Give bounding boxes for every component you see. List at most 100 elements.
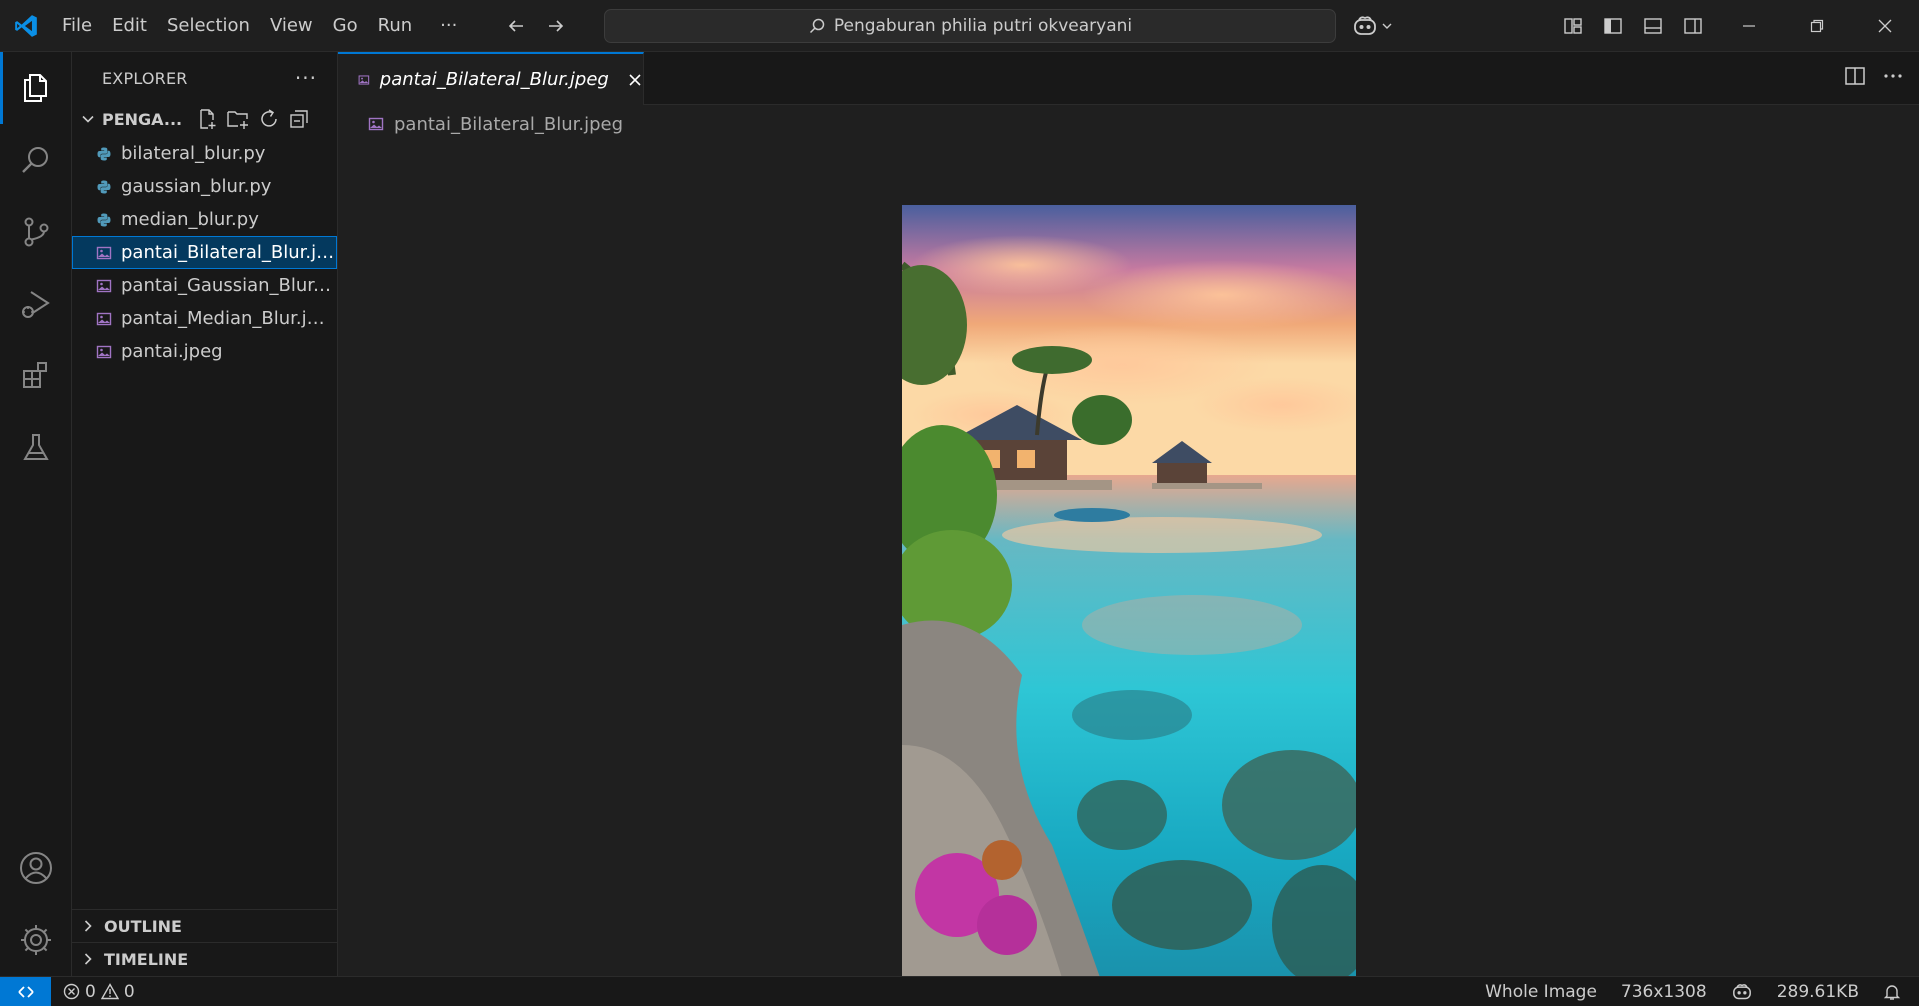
- go-forward-button[interactable]: [539, 9, 573, 43]
- activity-run-debug[interactable]: [0, 268, 72, 340]
- toggle-primary-sidebar-button[interactable]: [1596, 9, 1630, 43]
- editor-area: pantai_Bilateral_Blur.jpeg pantai_Bilate…: [338, 52, 1919, 1006]
- menu-go[interactable]: Go: [323, 9, 368, 43]
- toggle-secondary-sidebar-button[interactable]: [1676, 9, 1710, 43]
- error-icon: [63, 983, 80, 1000]
- refresh-icon[interactable]: [258, 108, 280, 130]
- activity-manage[interactable]: [0, 904, 72, 976]
- python-file-icon: [95, 211, 113, 229]
- breadcrumb[interactable]: pantai_Bilateral_Blur.jpeg: [338, 105, 1919, 143]
- tab-label: pantai_Bilateral_Blur.jpeg: [379, 69, 609, 90]
- copilot-icon: [1354, 16, 1376, 35]
- menu-selection[interactable]: Selection: [157, 9, 260, 43]
- tab-close-button[interactable]: [627, 69, 643, 91]
- zoom-label: Whole Image: [1485, 982, 1597, 1002]
- image-file-icon: [95, 310, 113, 328]
- activity-explorer[interactable]: [0, 52, 72, 124]
- restore-button[interactable]: [1783, 0, 1851, 52]
- breadcrumb-file: pantai_Bilateral_Blur.jpeg: [394, 113, 624, 135]
- zoom-status[interactable]: Whole Image: [1473, 982, 1609, 1002]
- file-item-gaussian-blur-py[interactable]: gaussian_blur.py: [72, 170, 337, 203]
- file-item-pantai-median-blur-jpeg[interactable]: pantai_Median_Blur.jpeg: [72, 302, 337, 335]
- restore-icon: [1810, 19, 1824, 33]
- file-item-median-blur-py[interactable]: median_blur.py: [72, 203, 337, 236]
- folder-actions: [196, 108, 310, 130]
- activity-testing[interactable]: [0, 412, 72, 484]
- collapse-all-icon[interactable]: [288, 108, 310, 130]
- folder-name: PENGA...: [102, 109, 183, 129]
- run-debug-icon: [22, 291, 50, 318]
- command-center-search[interactable]: Pengaburan philia putri okvearyani: [604, 9, 1336, 43]
- file-name: gaussian_blur.py: [121, 176, 272, 197]
- dimensions-label: 736x1308: [1620, 982, 1707, 1002]
- workspace-folder[interactable]: PENGA...: [72, 104, 337, 134]
- go-back-button[interactable]: [499, 9, 533, 43]
- more-actions-icon[interactable]: [1881, 64, 1905, 88]
- explorer-more-button[interactable]: ···: [295, 66, 317, 90]
- menu-more[interactable]: ···: [430, 9, 467, 43]
- activity-extensions[interactable]: [0, 340, 72, 412]
- window-controls: [1715, 0, 1919, 52]
- image-file-icon: [95, 277, 113, 295]
- close-window-button[interactable]: [1851, 0, 1919, 52]
- copilot-icon: [1732, 984, 1751, 1000]
- menu-edit[interactable]: Edit: [102, 9, 157, 43]
- sidebar-left-icon: [1604, 18, 1622, 34]
- file-item-bilateral-blur-py[interactable]: bilateral_blur.py: [72, 137, 337, 170]
- menu-file[interactable]: File: [52, 9, 102, 43]
- explorer-header: EXPLORER ···: [72, 52, 337, 104]
- close-icon: [629, 73, 641, 86]
- files-icon: [24, 74, 47, 102]
- status-right-items: Whole Image 736x1308 289.61KB: [1473, 977, 1919, 1006]
- menu-run[interactable]: Run: [368, 9, 423, 43]
- image-preview-area: [338, 143, 1919, 1006]
- menu-bar: File Edit Selection View Go Run ···: [52, 0, 467, 52]
- timeline-section[interactable]: TIMELINE: [72, 942, 338, 975]
- copilot-button[interactable]: [1352, 10, 1393, 42]
- copilot-status[interactable]: [1719, 983, 1765, 1001]
- search-icon: [809, 18, 825, 34]
- notifications-button[interactable]: [1871, 983, 1919, 1001]
- arrow-right-icon: [549, 19, 564, 32]
- activity-source-control[interactable]: [0, 196, 72, 268]
- customize-layout-button[interactable]: [1556, 9, 1590, 43]
- error-count: 0: [85, 981, 96, 1002]
- file-name: median_blur.py: [121, 209, 259, 230]
- dimensions-status: 736x1308: [1609, 982, 1719, 1002]
- chevron-down-icon: [82, 115, 94, 123]
- chevron-right-icon: [84, 920, 92, 932]
- image-file-icon: [95, 343, 113, 361]
- new-file-icon[interactable]: [196, 108, 218, 130]
- extensions-icon: [23, 362, 47, 388]
- new-folder-icon[interactable]: [226, 108, 250, 130]
- sidebar-right-icon: [1684, 18, 1702, 34]
- close-icon: [1878, 19, 1892, 33]
- tab-pantai-bilateral-blur[interactable]: pantai_Bilateral_Blur.jpeg: [338, 52, 644, 105]
- menu-view[interactable]: View: [260, 9, 323, 43]
- warning-icon: [100, 983, 119, 1000]
- file-name: pantai.jpeg: [121, 341, 223, 362]
- explorer-sidebar: EXPLORER ··· PENGA... bilateral_blur.py …: [72, 52, 338, 976]
- image-file-icon: [368, 117, 384, 131]
- outline-label: OUTLINE: [104, 916, 182, 936]
- split-editor-icon[interactable]: [1843, 64, 1867, 88]
- problems-indicator[interactable]: 0 0: [63, 982, 135, 1002]
- file-item-pantai-gaussian-blur-jpeg[interactable]: pantai_Gaussian_Blur.j...: [72, 269, 337, 302]
- outline-section[interactable]: OUTLINE: [72, 909, 338, 942]
- file-size-status: 289.61KB: [1765, 982, 1871, 1002]
- minimize-button[interactable]: [1715, 0, 1783, 52]
- activity-search[interactable]: [0, 124, 72, 196]
- explorer-title: EXPLORER: [102, 68, 188, 88]
- warning-count: 0: [123, 981, 135, 1002]
- file-name: pantai_Bilateral_Blur.jpeg: [121, 242, 336, 263]
- remote-indicator-button[interactable]: [0, 976, 51, 1006]
- image-preview[interactable]: [902, 205, 1356, 1006]
- toggle-panel-button[interactable]: [1636, 9, 1670, 43]
- file-item-pantai-jpeg[interactable]: pantai.jpeg: [72, 335, 337, 368]
- remote-icon: [17, 985, 34, 998]
- layout-controls: [1556, 9, 1710, 43]
- activity-accounts[interactable]: [0, 832, 72, 904]
- file-item-pantai-bilateral-blur-jpeg[interactable]: pantai_Bilateral_Blur.jpeg: [72, 236, 337, 269]
- account-icon: [20, 852, 52, 884]
- beach-image: [902, 205, 1356, 1006]
